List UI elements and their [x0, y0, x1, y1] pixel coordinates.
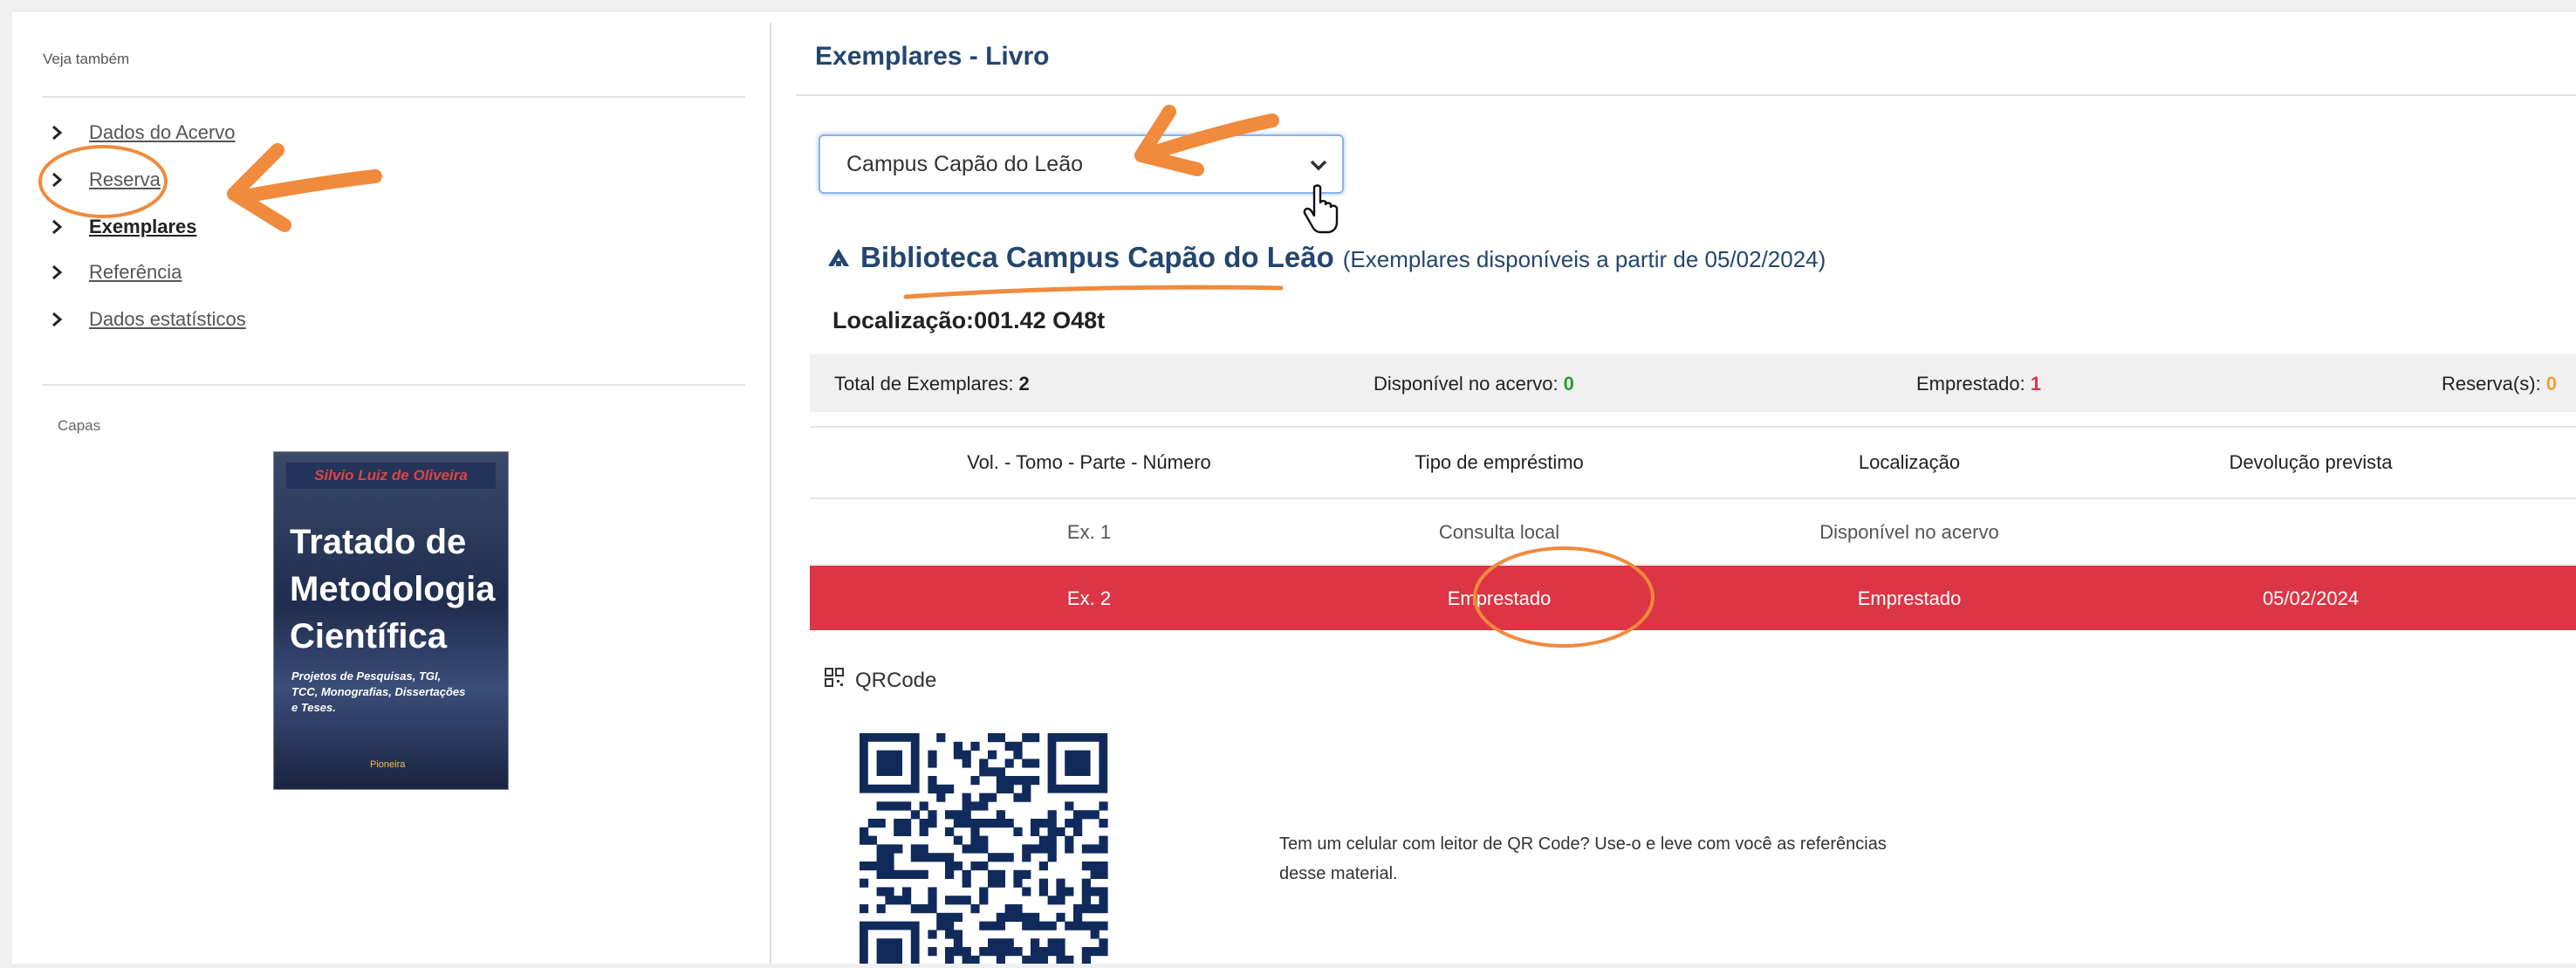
library-icon: [827, 248, 850, 271]
stat-available: Disponível no acervo: 0: [1374, 373, 1574, 395]
table-row: Ex. 1 Consulta local Disponível no acerv…: [810, 499, 2576, 565]
title-divider: [796, 94, 2576, 96]
sidebar-item-referencia[interactable]: Referência: [51, 255, 182, 290]
table-cell: Emprestado: [1857, 587, 1962, 609]
stat-value: 2: [1018, 373, 1030, 395]
stats-bar: Total de Exemplares: 2 Disponível no ace…: [810, 354, 2576, 412]
table-cell: Disponível no acervo: [1819, 521, 1999, 543]
location-label: Localização:: [832, 307, 975, 333]
sidebar-item-label[interactable]: Dados do Acervo: [89, 121, 236, 144]
stat-label: Total de Exemplares:: [834, 373, 1019, 395]
campus-select[interactable]: Campus Capão do Leão: [819, 134, 1344, 194]
cover-title-line: Tratado de: [290, 523, 467, 561]
chevron-right-icon: [51, 264, 80, 281]
column-header: Vol. - Tomo - Parte - Número: [967, 451, 1211, 473]
stat-value: 0: [2545, 373, 2558, 395]
see-also-heading: Veja também: [43, 51, 130, 67]
sidebar-divider: [42, 96, 745, 98]
qrcode-icon: [824, 667, 845, 694]
sidebar-item-label[interactable]: Reserva: [89, 168, 161, 191]
qrcode-heading: QRCode: [824, 667, 936, 694]
sidebar-item-dados-estatisticos[interactable]: Dados estatísticos: [51, 302, 246, 337]
stat-value: 0: [1563, 373, 1574, 395]
sidebar-divider: [42, 384, 745, 386]
table-cell: Emprestado: [1447, 587, 1552, 609]
cover-title-line: Científica: [290, 617, 448, 656]
column-header: Localização: [1858, 451, 1961, 473]
book-cover: Silvio Luiz de Oliveira Tratado de Metod…: [274, 452, 508, 789]
table-cell: Ex. 1: [1066, 521, 1112, 543]
cover-author: Silvio Luiz de Oliveira: [286, 463, 496, 489]
library-name: Biblioteca Campus Capão do Leão: [860, 241, 1334, 273]
panel-divider: [770, 23, 771, 964]
chevron-right-icon: [51, 124, 80, 141]
stat-reserve: Reserva(s): 0: [2442, 373, 2557, 395]
qrcode-image: [860, 733, 1109, 968]
qrcode-description: Tem um celular com leitor de QR Code? Us…: [1279, 834, 1887, 883]
location-value: 001.42 O48t: [974, 307, 1106, 333]
stat-total: Total de Exemplares: 2: [834, 373, 1030, 395]
chevron-down-icon: [1307, 154, 1330, 182]
sidebar-item-exemplares[interactable]: Exemplares: [51, 209, 197, 244]
sidebar-item-label[interactable]: Exemplares: [89, 216, 197, 238]
table-header: Vol. - Tomo - Parte - Número Tipo de emp…: [810, 426, 2576, 499]
cover-publisher: Pioneira: [370, 759, 406, 770]
library-heading: Biblioteca Campus Capão do Leão (Exempla…: [827, 241, 1826, 274]
stat-label: Reserva(s):: [2442, 373, 2546, 395]
table-row: Ex. 2 Emprestado Emprestado 05/02/2024: [810, 566, 2576, 630]
covers-heading: Capas: [58, 417, 101, 434]
cover-subtitle: Projetos de Pesquisas, TGI, TCC, Monogra…: [291, 669, 466, 714]
hand-cursor-icon: [1302, 183, 1342, 238]
sidebar-item-label[interactable]: Referência: [89, 261, 182, 284]
library-availability-note: (Exemplares disponíveis a partir de 05/0…: [1342, 246, 1826, 272]
column-header: Devolução prevista: [2229, 451, 2393, 473]
chevron-right-icon: [51, 218, 80, 236]
chevron-right-icon: [51, 171, 80, 189]
stat-label: Emprestado:: [1916, 373, 2031, 395]
table-cell: Consulta local: [1438, 521, 1560, 543]
stat-loaned: Emprestado: 1: [1916, 373, 2041, 395]
table-cell: 05/02/2024: [2262, 587, 2360, 609]
sidebar-item-reserva[interactable]: Reserva: [51, 162, 161, 197]
qrcode-label: QRCode: [855, 668, 937, 692]
location-line: Localização:001.42 O48t: [832, 307, 1105, 334]
page-title: Exemplares - Livro: [815, 42, 1050, 71]
chevron-right-icon: [51, 311, 80, 328]
sidebar-item-label[interactable]: Dados estatísticos: [89, 308, 246, 331]
sidebar-item-dados-acervo[interactable]: Dados do Acervo: [51, 115, 236, 150]
table-cell: Ex. 2: [1066, 587, 1112, 609]
campus-select-value: Campus Capão do Leão: [846, 151, 1084, 176]
stat-value: 1: [2030, 373, 2042, 395]
cover-title: Tratado de Metodologia Científica: [290, 518, 499, 660]
column-header: Tipo de empréstimo: [1415, 451, 1584, 473]
cover-title-line: Metodologia: [290, 570, 496, 608]
stat-label: Disponível no acervo:: [1374, 373, 1564, 395]
